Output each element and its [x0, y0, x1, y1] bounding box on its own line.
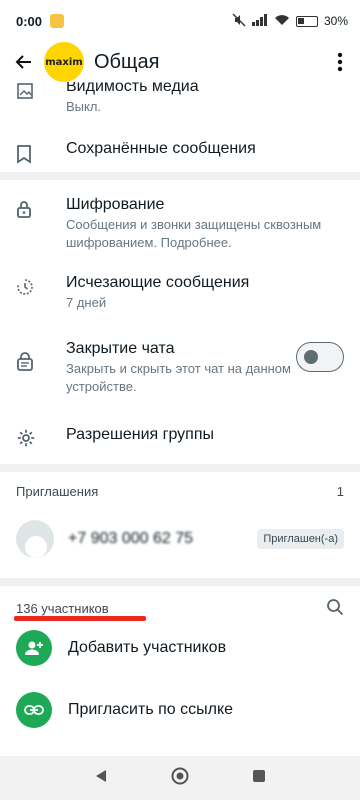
system-nav-bar — [0, 756, 360, 800]
red-underline-annotation — [14, 616, 146, 621]
nav-recents-button[interactable] — [252, 769, 266, 788]
encryption-desc: Сообщения и звонки защищены сквозным шиф… — [66, 217, 322, 250]
gear-icon — [16, 426, 50, 448]
mute-icon — [232, 13, 246, 30]
media-visibility-row[interactable]: Видимость медиа Выкл. — [0, 78, 360, 116]
media-card: Видимость медиа Выкл. Сохранённые сообще… — [0, 78, 360, 172]
section-divider — [0, 464, 360, 472]
chat-lock-toggle[interactable] — [296, 342, 344, 372]
members-header: 136 участников — [0, 598, 360, 621]
saved-messages-row[interactable]: Сохранённые сообщения — [0, 140, 360, 164]
invitation-item[interactable]: +7 903 000 62 75 Приглашен(-а) — [0, 520, 360, 558]
invitee-number: +7 903 000 62 75 — [68, 530, 194, 547]
search-icon — [327, 599, 344, 616]
square-recents-icon — [253, 769, 265, 782]
chat-lock-row[interactable]: Закрытие чата Закрыть и скрыть этот чат … — [0, 340, 360, 396]
section-divider — [0, 172, 360, 180]
media-visibility-value: Выкл. — [66, 99, 102, 114]
media-visibility-text: Видимость медиа Выкл. — [50, 78, 344, 116]
group-permissions-text: Разрешения группы — [50, 426, 344, 444]
invite-link-row[interactable]: Пригласить по ссылке — [0, 692, 360, 728]
nav-back-button[interactable] — [94, 768, 108, 789]
invite-link-label: Пригласить по ссылке — [68, 701, 234, 718]
invitations-card: Приглашения 1 +7 903 000 62 75 Приглашен… — [0, 472, 360, 578]
disappearing-messages-row[interactable]: Исчезающие сообщения 7 дней — [0, 274, 360, 312]
chat-lock-label: Закрытие чата — [66, 340, 175, 357]
bookmark-icon — [16, 140, 50, 164]
chat-lock-text: Закрытие чата Закрыть и скрыть этот чат … — [50, 340, 296, 396]
encryption-label: Шифрование — [66, 196, 165, 213]
wifi-icon — [274, 14, 290, 29]
more-options-button[interactable] — [328, 48, 352, 76]
add-member-icon — [16, 630, 52, 666]
invitations-count: 1 — [336, 484, 344, 499]
app-bar: maxim Общая — [0, 42, 360, 82]
info-content: Видимость медиа Выкл. Сохранённые сообще… — [0, 78, 360, 758]
home-circle-icon — [171, 767, 189, 784]
nav-home-button[interactable] — [170, 766, 190, 791]
battery-icon — [295, 15, 318, 27]
add-members-row[interactable]: Добавить участников — [0, 630, 360, 666]
lock-icon — [16, 196, 50, 218]
disappearing-messages-text: Исчезающие сообщения 7 дней — [50, 274, 344, 312]
avatar-logo-text: maxim — [45, 56, 83, 68]
battery-percent: 30% — [323, 14, 348, 28]
status-time: 0:00 — [16, 13, 43, 29]
back-button[interactable] — [10, 48, 38, 76]
add-members-label: Добавить участников — [68, 639, 227, 656]
contact-avatar — [16, 520, 54, 558]
group-permissions-row[interactable]: Разрешения группы — [0, 426, 360, 448]
back-arrow-icon — [15, 55, 31, 69]
triangle-back-icon — [96, 769, 106, 782]
saved-messages-text: Сохранённые сообщения — [50, 140, 344, 158]
group-title[interactable]: Общая — [94, 51, 159, 74]
members-count: 136 участников — [16, 601, 109, 616]
invitations-header: Приглашения 1 — [0, 484, 360, 499]
privacy-card: Шифрование Сообщения и звонки защищены с… — [0, 180, 360, 464]
encryption-text: Шифрование Сообщения и звонки защищены с… — [50, 196, 344, 252]
members-card: 136 участников Добавить участников Пригл… — [0, 586, 360, 758]
link-icon — [16, 692, 52, 728]
status-bar: 0:00 30% — [0, 0, 360, 42]
group-permissions-label: Разрешения группы — [66, 426, 214, 443]
invitations-title: Приглашения — [16, 484, 99, 499]
status-right: 30% — [232, 13, 348, 30]
encryption-row[interactable]: Шифрование Сообщения и звонки защищены с… — [0, 196, 360, 252]
section-divider — [0, 578, 360, 586]
notification-icon — [50, 14, 65, 28]
search-members-button[interactable] — [326, 598, 344, 619]
chat-lock-desc: Закрыть и скрыть этот чат на данном устр… — [66, 361, 291, 394]
chat-lock-icon — [16, 340, 50, 372]
signal-icon — [251, 13, 268, 29]
saved-messages-label: Сохранённые сообщения — [66, 140, 256, 157]
timer-icon — [16, 274, 50, 296]
more-vert-icon — [337, 52, 343, 72]
disappearing-messages-label: Исчезающие сообщения — [66, 274, 250, 291]
invite-status-badge: Приглашен(-а) — [257, 529, 344, 549]
group-avatar[interactable]: maxim — [44, 42, 84, 82]
disappearing-messages-value: 7 дней — [66, 295, 107, 310]
